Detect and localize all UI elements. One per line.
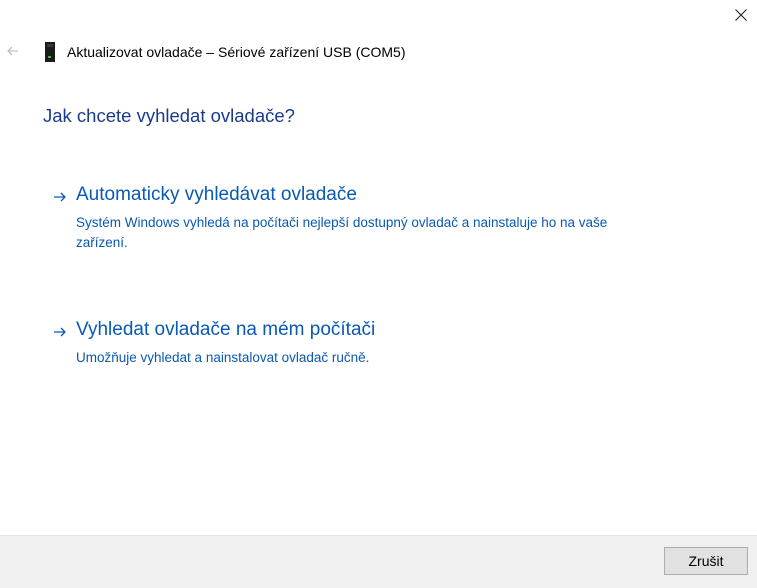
dialog-titlebar: Aktualizovat ovladače – Sériové zařízení… <box>0 38 700 66</box>
option-title[interactable]: Automaticky vyhledávat ovladače <box>76 184 357 206</box>
cancel-button[interactable]: Zrušit <box>664 547 748 575</box>
window-title: Aktualizovat ovladače – Sériové zařízení… <box>67 44 406 60</box>
dialog-footer: Zrušit <box>0 535 757 588</box>
option-title[interactable]: Vyhledat ovladače na mém počítači <box>76 319 375 341</box>
close-icon <box>734 9 747 21</box>
usb-device-icon <box>45 42 55 62</box>
back-button[interactable] <box>4 42 22 60</box>
back-arrow-icon <box>7 46 18 56</box>
option-description: Systém Windows vyhledá na počítači nejle… <box>76 215 608 250</box>
arrow-right-icon <box>54 327 66 337</box>
page-heading: Jak chcete vyhledat ovladače? <box>43 105 295 126</box>
option-description: Umožňuje vyhledat a nainstalovat ovladač… <box>76 350 370 365</box>
arrow-right-icon <box>54 192 66 202</box>
close-button[interactable] <box>724 0 757 30</box>
